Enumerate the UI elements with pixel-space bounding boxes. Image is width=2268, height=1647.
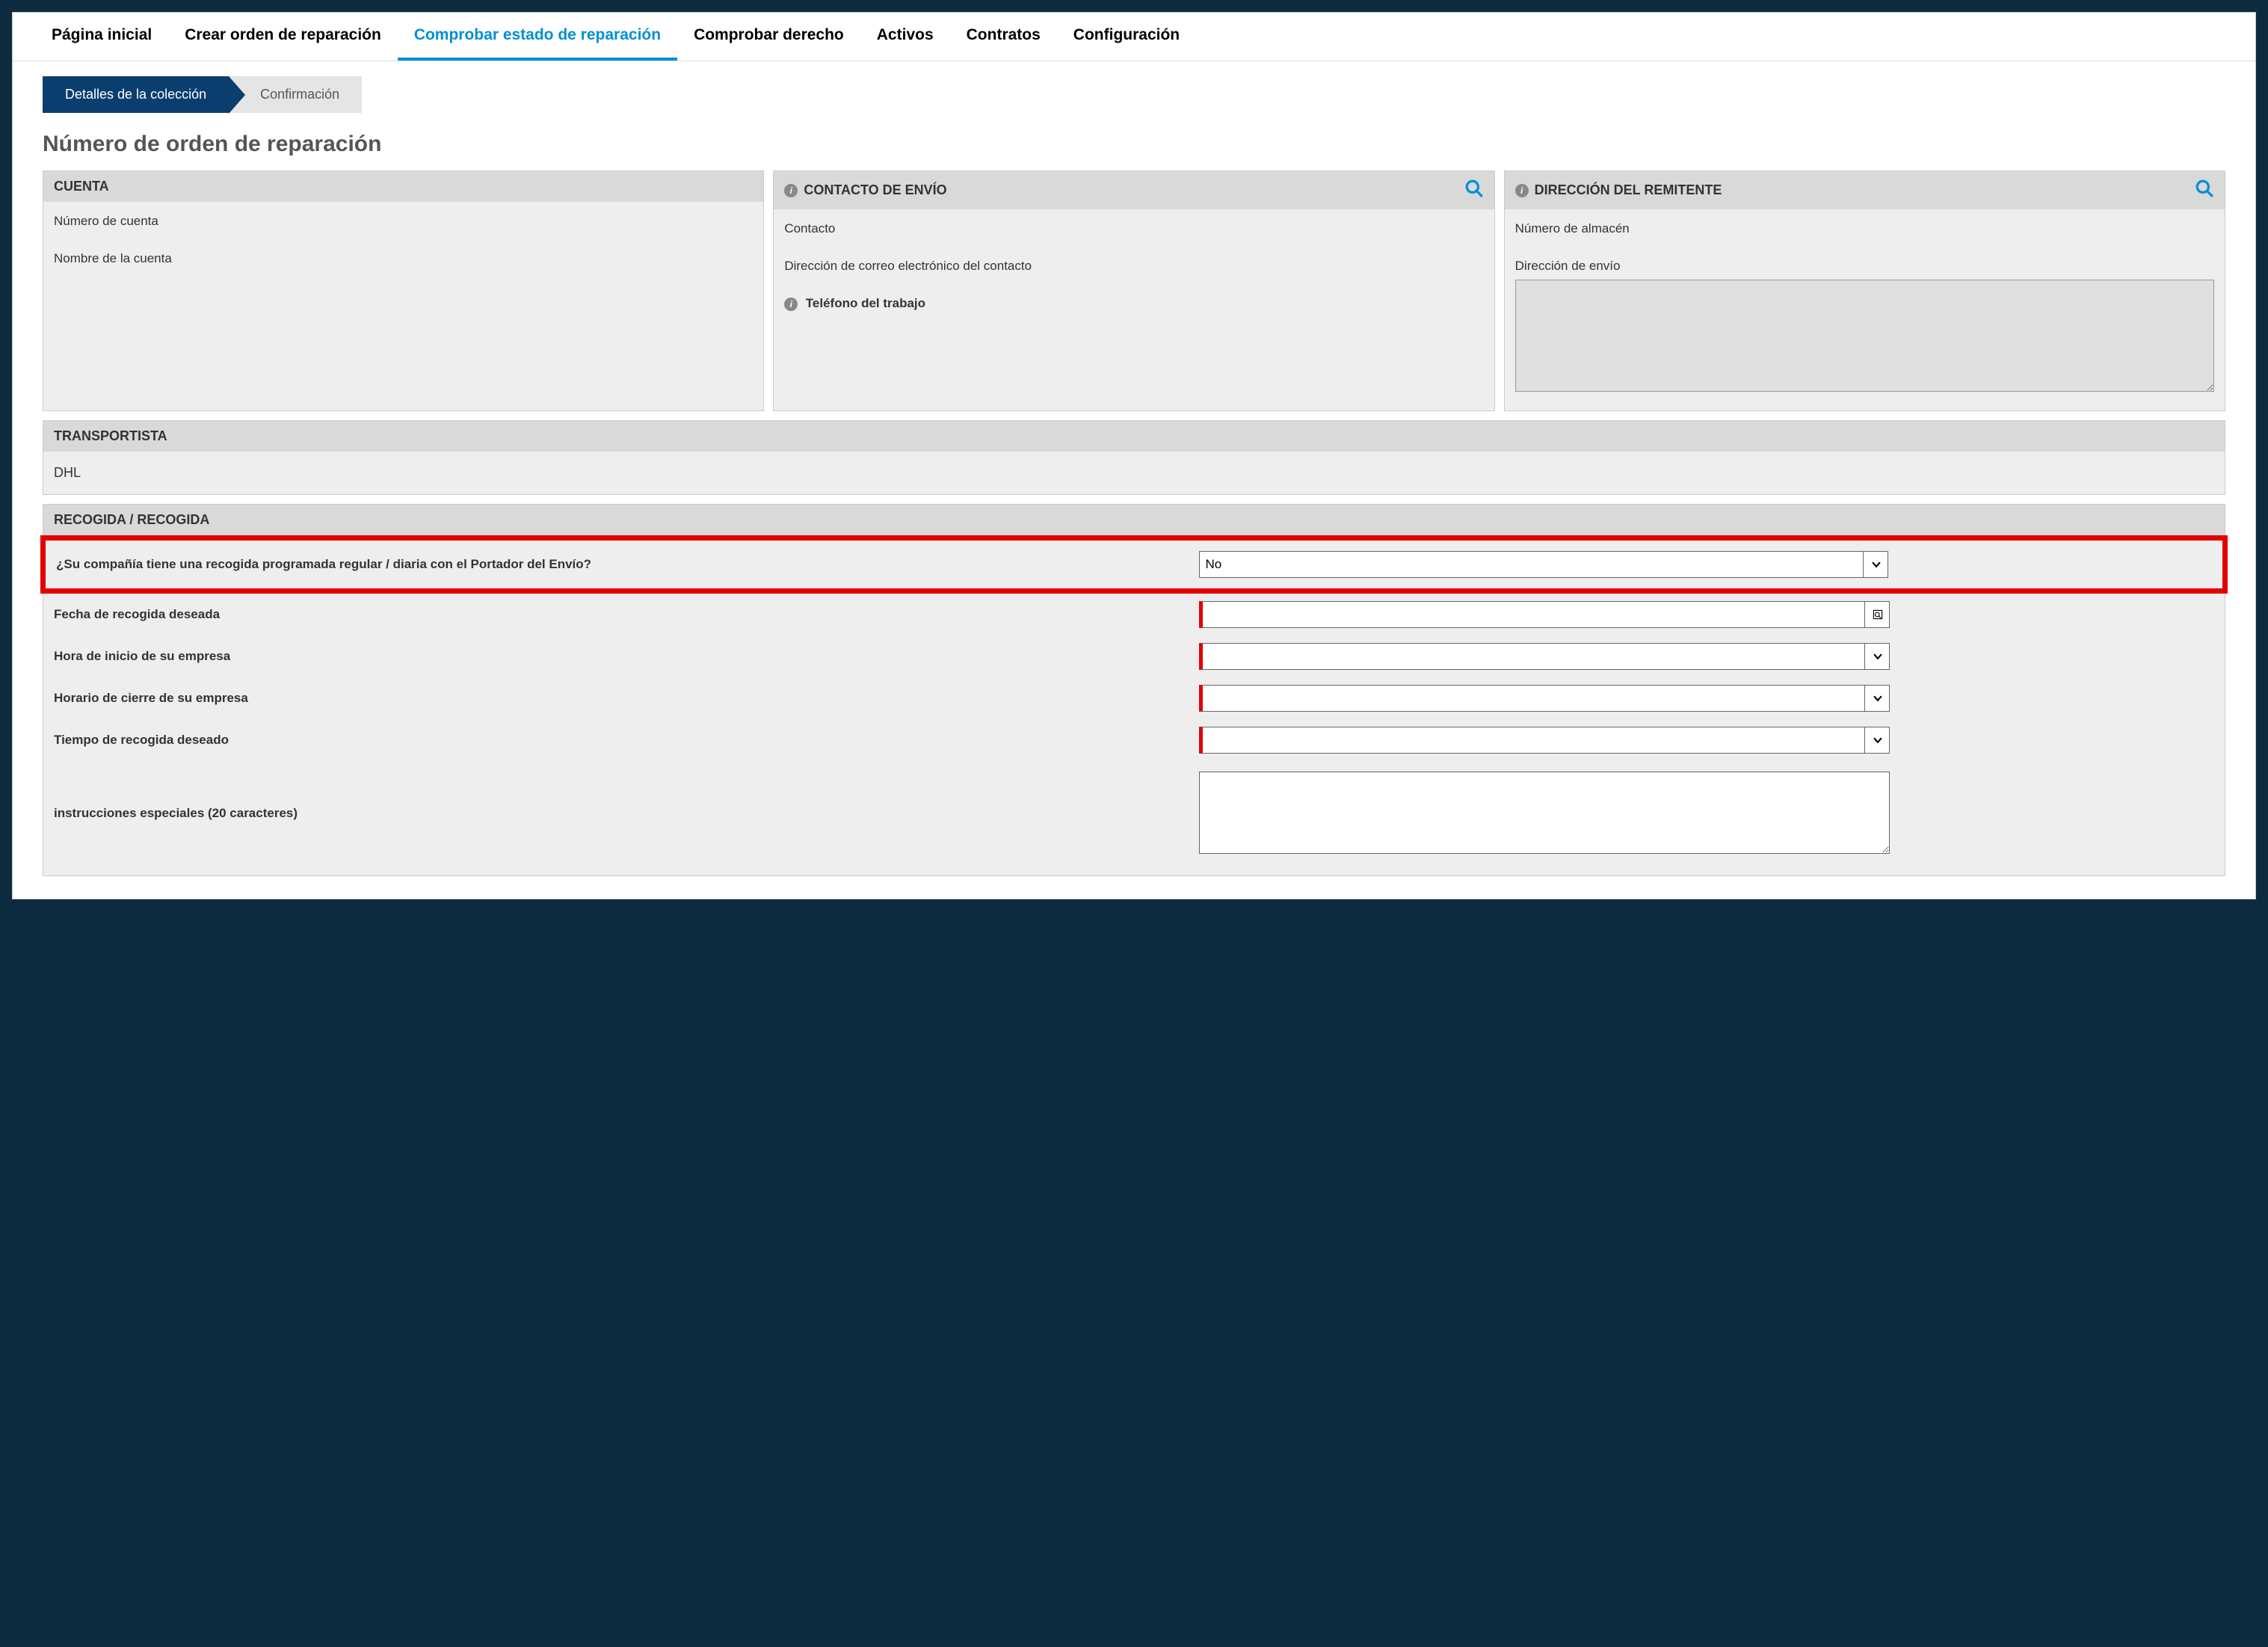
contact-label: Contacto	[784, 221, 1483, 236]
panel-shipping-contact-title: CONTACTO DE ENVÍO	[804, 182, 946, 198]
carrier-value: DHL	[43, 452, 2225, 494]
pickup-time-label: Tiempo de recogida deseado	[54, 733, 1199, 748]
contact-email-label: Dirección de correo electrónico del cont…	[784, 259, 1483, 274]
panel-sender-address-title: DIRECCIÓN DEL REMITENTE	[1535, 182, 1722, 198]
info-icon: i	[784, 298, 798, 311]
panel-sender-address: i DIRECCIÓN DEL REMITENTE Número de alma…	[1504, 170, 2225, 411]
panel-account-title: CUENTA	[54, 179, 109, 194]
info-icon: i	[784, 184, 798, 197]
panel-pickup-header: RECOGIDA / RECOGIDA	[43, 505, 2225, 535]
page-title: Número de orden de reparación	[43, 132, 2225, 157]
panel-carrier: TRANSPORTISTA DHL	[43, 420, 2225, 495]
warehouse-number-label: Número de almacén	[1515, 221, 2214, 236]
nav-tab-assets[interactable]: Activos	[860, 13, 950, 61]
special-instructions-row: instrucciones especiales (20 caracteres)	[43, 761, 2225, 865]
content-area: Detalles de la colección Confirmación Nú…	[13, 61, 2255, 899]
nav-tab-check-entitlement[interactable]: Comprobar derecho	[677, 13, 860, 61]
app-frame: Página inicial Crear orden de reparación…	[12, 12, 2256, 899]
search-icon[interactable]	[1464, 179, 1484, 202]
close-time-select[interactable]	[1199, 685, 1890, 712]
panel-account-header: CUENTA	[43, 171, 763, 202]
pickup-date-row: Fecha de recogida deseada	[43, 594, 2225, 635]
scheduled-pickup-row: ¿Su compañía tiene una recogida programa…	[46, 544, 2222, 585]
highlighted-scheduled-pickup-row: ¿Su compañía tiene una recogida programa…	[40, 535, 2228, 594]
panel-sender-address-header: i DIRECCIÓN DEL REMITENTE	[1505, 171, 2225, 209]
panel-carrier-header: TRANSPORTISTA	[43, 421, 2225, 452]
special-instructions-textarea[interactable]	[1199, 772, 1890, 854]
open-time-row: Hora de inicio de su empresa	[43, 635, 2225, 677]
open-time-label: Hora de inicio de su empresa	[54, 649, 1199, 664]
scheduled-pickup-select[interactable]	[1199, 551, 1889, 578]
panel-shipping-contact-header: i CONTACTO DE ENVÍO	[774, 171, 1494, 209]
account-number-label: Número de cuenta	[54, 214, 753, 229]
nav-tab-contracts[interactable]: Contratos	[950, 13, 1057, 61]
wizard-step-collection-details[interactable]: Detalles de la colección	[43, 76, 229, 113]
panel-shipping-contact: i CONTACTO DE ENVÍO Contacto Dirección d…	[773, 170, 1494, 411]
pickup-date-input[interactable]	[1199, 601, 1890, 628]
panel-pickup: RECOGIDA / RECOGIDA ¿Su compañía tiene u…	[43, 504, 2225, 876]
special-instructions-label: instrucciones especiales (20 caracteres)	[54, 806, 1199, 821]
close-time-row: Horario de cierre de su empresa	[43, 677, 2225, 719]
pickup-date-label: Fecha de recogida deseada	[54, 607, 1199, 622]
pickup-time-select[interactable]	[1199, 727, 1890, 754]
wizard-step-confirmation[interactable]: Confirmación	[229, 76, 362, 113]
nav-tab-home[interactable]: Página inicial	[35, 13, 168, 61]
nav-tab-check-status[interactable]: Comprobar estado de reparación	[398, 13, 677, 61]
pickup-time-row: Tiempo de recogida deseado	[43, 719, 2225, 761]
close-time-label: Horario de cierre de su empresa	[54, 691, 1199, 706]
info-panels-row: CUENTA Número de cuenta Nombre de la cue…	[43, 170, 2225, 411]
work-phone-label: Teléfono del trabajo	[806, 296, 925, 310]
search-icon[interactable]	[2195, 179, 2214, 202]
info-icon: i	[1515, 184, 1529, 197]
account-name-label: Nombre de la cuenta	[54, 251, 753, 266]
nav-tab-settings[interactable]: Configuración	[1057, 13, 1196, 61]
scheduled-pickup-label: ¿Su compañía tiene una recogida programa…	[56, 557, 1199, 572]
shipping-address-textarea[interactable]	[1515, 280, 2214, 392]
main-nav: Página inicial Crear orden de reparación…	[13, 13, 2255, 61]
shipping-address-label: Dirección de envío	[1515, 259, 2214, 274]
panel-account: CUENTA Número de cuenta Nombre de la cue…	[43, 170, 764, 411]
nav-tab-create-order[interactable]: Crear orden de reparación	[168, 13, 398, 61]
open-time-select[interactable]	[1199, 643, 1890, 670]
wizard-steps: Detalles de la colección Confirmación	[43, 76, 2225, 113]
